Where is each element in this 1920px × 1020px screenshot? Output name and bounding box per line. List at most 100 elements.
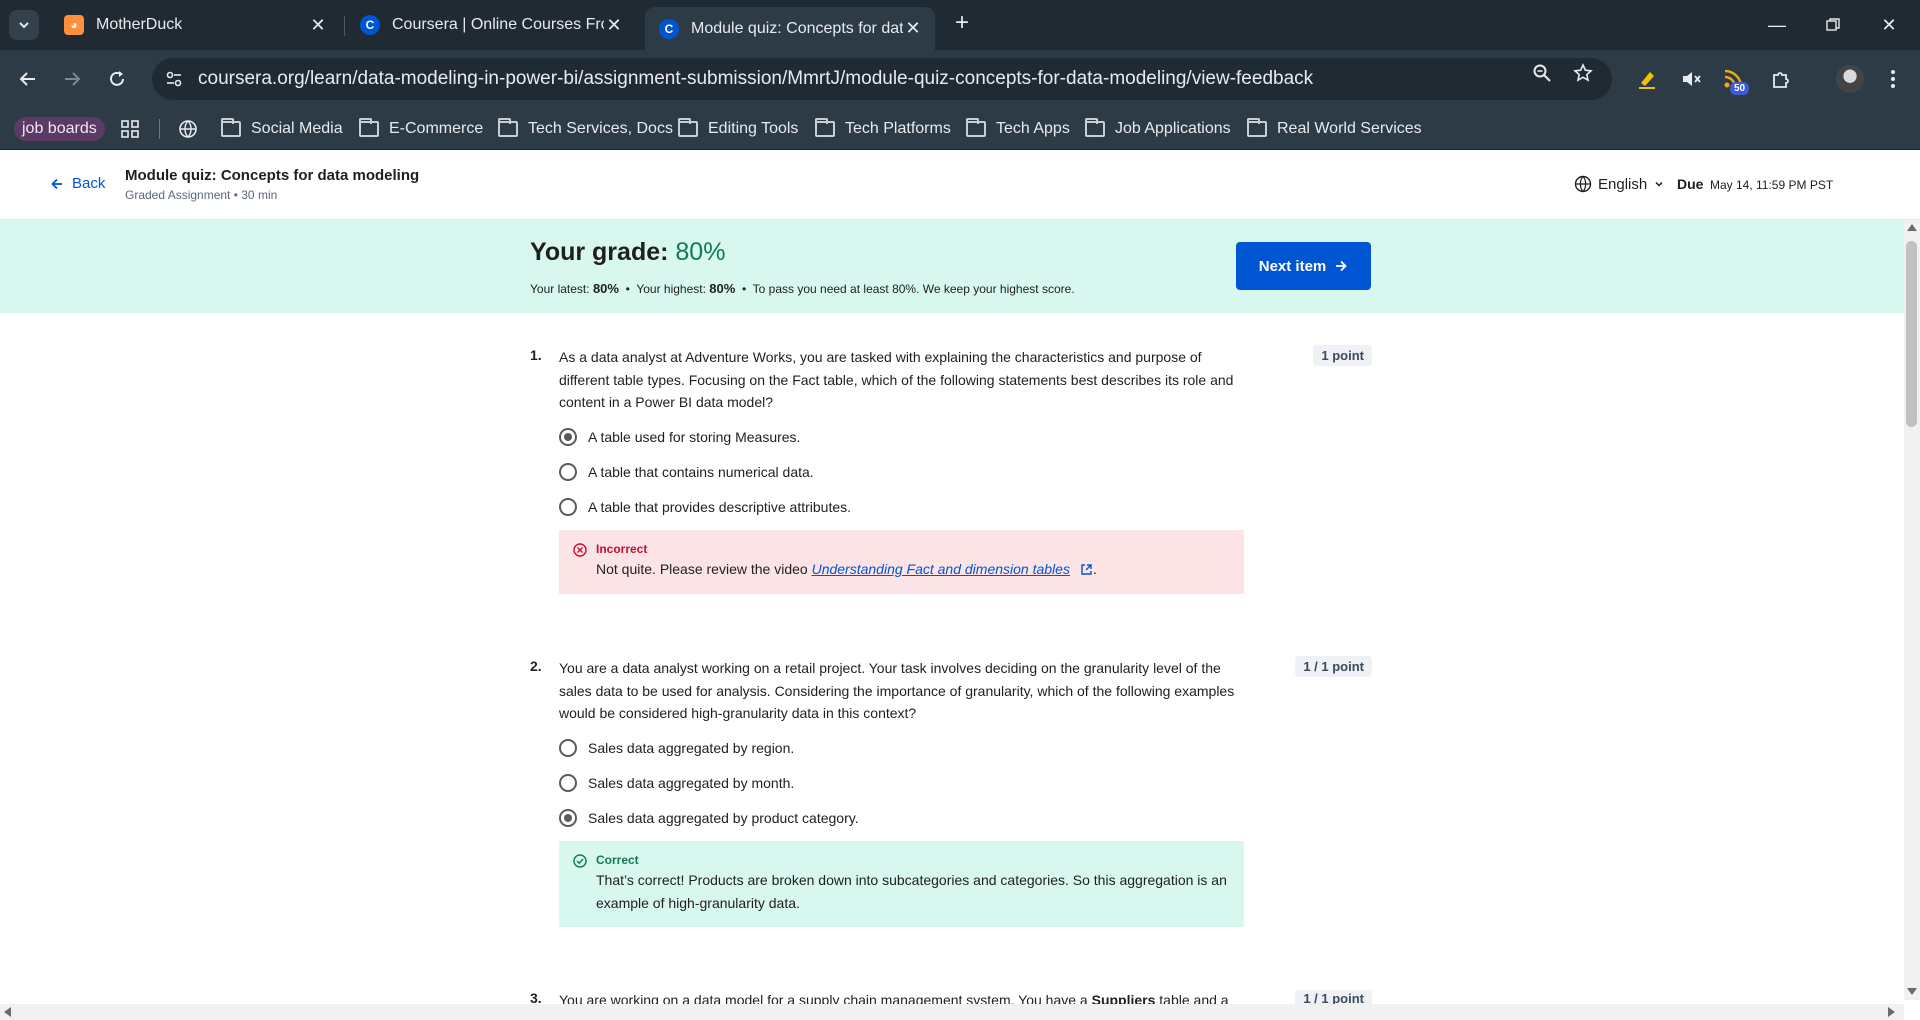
next-item-button[interactable]: Next item <box>1236 242 1371 290</box>
highlighter-extension-icon[interactable] <box>1632 64 1662 94</box>
coursera-favicon-icon: C <box>360 15 380 35</box>
bookmarks-bar: job boards Social Media E-Commerce Tech … <box>0 108 1920 150</box>
zoom-icon[interactable] <box>1530 61 1554 85</box>
close-tab-icon[interactable]: ✕ <box>604 15 624 36</box>
option-radio[interactable]: A table that provides descriptive attrib… <box>559 496 851 518</box>
bookmark-label: Social Media <box>251 120 343 137</box>
grade-summary: Your latest: 80% • Your highest: 80% • T… <box>530 281 1075 296</box>
scroll-up-arrow-icon[interactable] <box>1907 224 1917 231</box>
option-radio[interactable]: Sales data aggregated by product categor… <box>559 807 859 829</box>
bookmark-folder-tech-apps[interactable]: Tech Apps <box>966 117 1070 141</box>
bookmark-folder-real-world-services[interactable]: Real World Services <box>1247 117 1422 141</box>
minimize-icon[interactable]: — <box>1754 8 1800 42</box>
bookmark-folder-social-media[interactable]: Social Media <box>221 117 343 141</box>
new-tab-icon[interactable]: + <box>950 11 974 36</box>
horizontal-scrollbar[interactable] <box>0 1004 1904 1020</box>
folder-icon <box>678 118 698 137</box>
option-label: Sales data aggregated by product categor… <box>588 810 859 826</box>
scroll-down-arrow-icon[interactable] <box>1907 988 1917 995</box>
bookmarks-divider <box>159 119 160 139</box>
scroll-left-arrow-icon[interactable] <box>4 1007 11 1017</box>
back-arrow-icon[interactable] <box>12 63 44 95</box>
question-points-badge: 1 / 1 point <box>1295 656 1372 677</box>
highest-label: Your highest: <box>636 282 706 296</box>
module-title: Module quiz: Concepts for data modeling <box>125 167 420 184</box>
tab-coursera[interactable]: C Coursera | Online Courses From ✕ <box>346 7 636 43</box>
browser-tab-bar: ◕ MotherDuck ✕ C Coursera | Online Cours… <box>0 0 1920 50</box>
bookmark-job-boards[interactable]: job boards <box>14 117 105 141</box>
forward-arrow-icon[interactable] <box>56 63 88 95</box>
external-link-icon[interactable] <box>1080 563 1093 576</box>
latest-value: 80% <box>592 281 619 296</box>
folder-icon <box>359 118 379 137</box>
globe-icon <box>1574 175 1592 193</box>
radio-icon[interactable] <box>559 739 577 757</box>
radio-selected-icon[interactable] <box>559 428 577 446</box>
globe-bookmark-icon[interactable] <box>178 117 198 141</box>
extension-badge: 50 <box>1730 82 1750 95</box>
tab-module-quiz[interactable]: C Module quiz: Concepts for data ✕ <box>645 7 935 50</box>
bookmark-star-icon[interactable] <box>1571 61 1595 85</box>
review-video-link[interactable]: Understanding Fact and dimension tables <box>812 561 1070 577</box>
tab-search-chevron-icon[interactable] <box>9 10 39 40</box>
option-radio[interactable]: A table used for storing Measures. <box>559 426 800 448</box>
feedback-correct: Correct That’s correct! Products are bro… <box>559 841 1244 927</box>
bookmark-folder-job-applications[interactable]: Job Applications <box>1085 117 1231 141</box>
extensions-puzzle-icon[interactable] <box>1766 64 1796 94</box>
question-text-part: table and a <box>1155 992 1229 1004</box>
folder-icon <box>498 118 518 137</box>
coursera-favicon-icon: C <box>659 18 679 39</box>
close-tab-icon[interactable]: ✕ <box>308 15 328 36</box>
radio-selected-icon[interactable] <box>559 809 577 827</box>
question-text-bold: Suppliers <box>1091 992 1156 1004</box>
apps-grid-icon[interactable] <box>120 117 140 141</box>
language-selector[interactable]: English <box>1574 175 1671 193</box>
question-text-part: You are working on a data model for a su… <box>559 992 1092 1004</box>
bookmark-folder-tech-services-docs[interactable]: Tech Services, Docs <box>498 117 673 141</box>
bookmark-folder-e-commerce[interactable]: E-Commerce <box>359 117 483 141</box>
feedback-text: That’s correct! Products are broken down… <box>596 872 1227 911</box>
url-text: coursera.org/learn/data-modeling-in-powe… <box>198 68 1314 89</box>
close-tab-icon[interactable]: ✕ <box>903 18 923 39</box>
bookmark-folder-tech-platforms[interactable]: Tech Platforms <box>815 117 951 141</box>
separator-dot: • <box>738 282 750 296</box>
grade-banner: Your grade: 80% Your latest: 80% • Your … <box>0 220 1904 313</box>
radio-icon[interactable] <box>559 498 577 516</box>
bookmark-folder-editing-tools[interactable]: Editing Tools <box>678 117 798 141</box>
mute-extension-icon[interactable] <box>1676 64 1706 94</box>
profile-avatar[interactable] <box>1836 65 1864 93</box>
latest-label: Your latest: <box>530 282 590 296</box>
reload-icon[interactable] <box>101 63 133 95</box>
back-label: Back <box>72 175 106 192</box>
folder-icon <box>1085 118 1105 137</box>
folder-icon <box>221 118 241 137</box>
highest-value: 80% <box>709 281 736 296</box>
question-text: As a data analyst at Adventure Works, yo… <box>559 349 1234 410</box>
close-window-icon[interactable]: ✕ <box>1866 8 1912 42</box>
address-bar[interactable]: coursera.org/learn/data-modeling-in-powe… <box>152 58 1612 100</box>
option-radio[interactable]: Sales data aggregated by region. <box>559 737 794 759</box>
pass-note: To pass you need at least 80%. We keep y… <box>752 282 1075 296</box>
kebab-menu-icon[interactable] <box>1878 64 1908 94</box>
due-date: May 14, 11:59 PM PST <box>1710 178 1834 192</box>
vertical-scroll-thumb[interactable] <box>1906 241 1917 427</box>
option-label: Sales data aggregated by month. <box>588 775 795 791</box>
folder-icon <box>815 118 835 137</box>
radio-icon[interactable] <box>559 463 577 481</box>
arrow-right-icon <box>1336 260 1348 272</box>
arrow-left-icon <box>51 178 62 189</box>
option-radio[interactable]: A table that contains numerical data. <box>559 461 814 483</box>
due-label: Due <box>1677 176 1704 192</box>
folder-icon <box>966 118 986 137</box>
option-label: Sales data aggregated by region. <box>588 740 795 756</box>
chevron-down-icon <box>1655 181 1663 187</box>
question-number: 3. <box>530 990 542 1004</box>
back-link[interactable]: Back <box>50 175 105 192</box>
radio-icon[interactable] <box>559 774 577 792</box>
restore-icon[interactable] <box>1810 8 1856 42</box>
option-radio[interactable]: Sales data aggregated by month. <box>559 772 794 794</box>
tab-motherduck[interactable]: ◕ MotherDuck ✕ <box>50 7 340 43</box>
scroll-right-arrow-icon[interactable] <box>1888 1007 1895 1017</box>
folder-icon <box>1247 118 1267 137</box>
site-settings-icon[interactable] <box>154 59 194 99</box>
